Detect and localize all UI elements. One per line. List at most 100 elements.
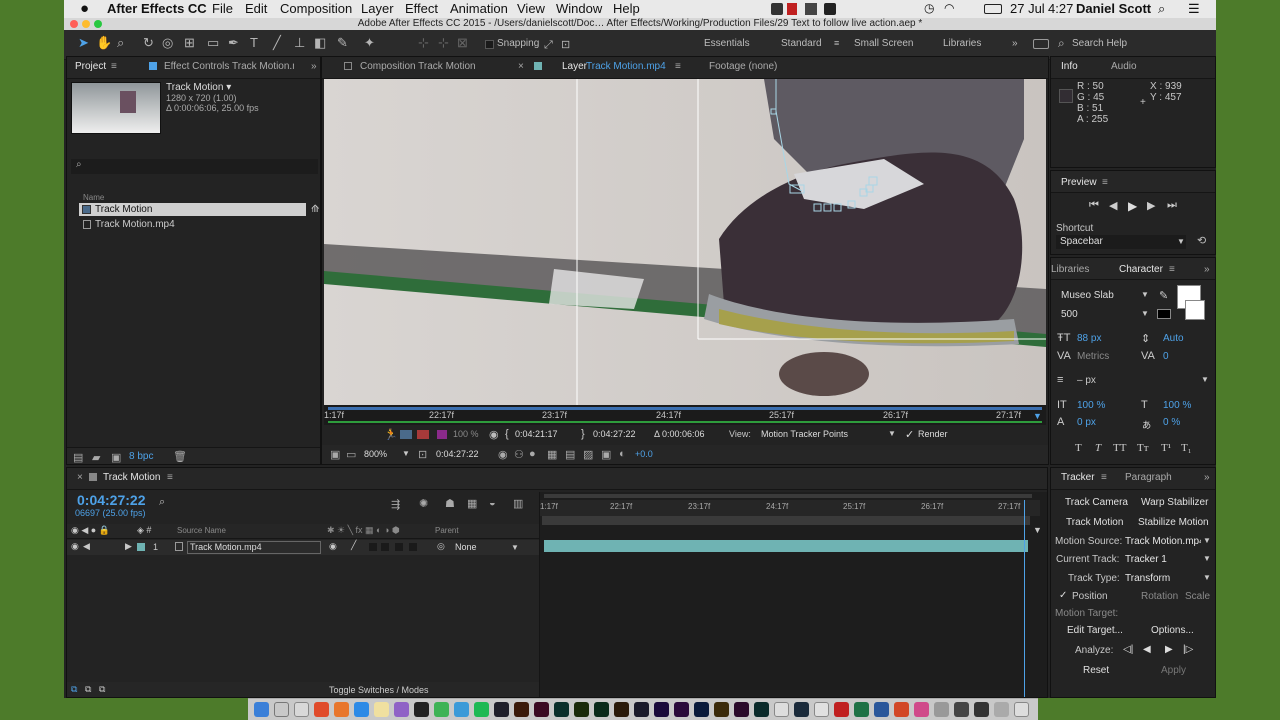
chevron-down-icon[interactable]: ▼ (1141, 290, 1149, 299)
settings-icon[interactable] (414, 702, 429, 717)
excel-icon[interactable] (854, 702, 869, 717)
tab-timeline-comp[interactable]: Track Motion (103, 472, 160, 483)
calendar-icon[interactable] (814, 702, 829, 717)
selection-tool-icon[interactable]: ➤ (78, 36, 89, 50)
pick-whip-icon[interactable]: ◎ (437, 541, 445, 552)
layer-label-color[interactable] (137, 543, 145, 551)
layer-name[interactable]: Track Motion.mp4 (187, 541, 321, 554)
apple-icon[interactable]: ● (80, 0, 89, 17)
chevron-down-icon[interactable]: ▼ (1203, 554, 1211, 563)
toggle-switches-modes[interactable]: Toggle Switches / Modes (329, 685, 429, 695)
tab-composition[interactable]: Composition Track Motion (360, 61, 476, 72)
illustrator-icon[interactable] (514, 702, 529, 717)
tab-tracker[interactable]: Tracker (1061, 472, 1095, 483)
quality-switch-icon[interactable]: ╱ (351, 540, 356, 551)
spotlight-icon[interactable]: ⌕ (1158, 1, 1165, 17)
reset-exposure-icon[interactable]: ◐ (619, 448, 626, 460)
camera-tool-icon[interactable]: ◎ (162, 36, 173, 50)
kerning-value[interactable]: Metrics (1077, 351, 1109, 362)
current-time-line[interactable] (1024, 500, 1025, 697)
premiere-icon[interactable] (654, 702, 669, 717)
motion-blur-icon[interactable]: ◒ (489, 497, 496, 509)
track-type-dropdown[interactable]: Transform (1125, 573, 1170, 584)
tracker-menu-icon[interactable]: ≡ (1101, 472, 1107, 483)
bridge-icon[interactable] (714, 702, 729, 717)
shy-layers-icon[interactable]: ☗ (445, 497, 455, 510)
in-point[interactable]: 0:04:21:17 (515, 429, 558, 439)
transparency-icon[interactable]: ▨ (583, 448, 593, 461)
render-checkbox[interactable]: ✓ (905, 428, 914, 441)
chrome-icon[interactable] (314, 702, 329, 717)
tracking-value[interactable]: 0 (1163, 351, 1169, 362)
previous-frame-icon[interactable]: ◀ (1109, 199, 1117, 212)
photoshop-icon[interactable] (494, 702, 509, 717)
magnification-dropdown[interactable]: 800% (364, 449, 387, 459)
stroke-color-swatch[interactable] (1157, 309, 1171, 319)
app-menu[interactable]: After Effects CC (107, 1, 207, 16)
magnification-chevron-icon[interactable]: ▼ (402, 449, 410, 458)
tab-footage[interactable]: Footage (none) (709, 61, 777, 72)
snapshot-icon[interactable]: ◉ (489, 428, 499, 441)
expand-layer-icon[interactable]: ▶ (125, 541, 132, 552)
clock-icon[interactable]: ◷ (924, 1, 934, 15)
word-icon[interactable] (874, 702, 889, 717)
faux-italic-button[interactable]: T (1095, 442, 1101, 454)
snap-options-icon[interactable]: ⊡ (561, 38, 570, 52)
axis-view-icon[interactable]: ⊠ (457, 36, 468, 50)
tab-libraries[interactable]: Libraries (1051, 264, 1089, 275)
hand-tool-icon[interactable]: ✋ (96, 36, 112, 50)
chevron-down-icon[interactable]: ▼ (1203, 536, 1211, 545)
tab-info[interactable]: Info (1061, 61, 1078, 72)
footage-frame[interactable] (324, 79, 1046, 405)
superscript-button[interactable]: T¹ (1161, 442, 1171, 454)
menu-window[interactable]: Window (556, 1, 602, 16)
safari-icon[interactable] (354, 702, 369, 717)
motion-tracker-icon[interactable]: 🏃 (384, 428, 398, 441)
menu-date[interactable]: 27 Jul (1010, 1, 1045, 16)
panels-overflow-icon[interactable]: » (311, 61, 317, 72)
scale-checkbox[interactable]: Scale (1185, 591, 1210, 602)
terminal-icon[interactable] (974, 702, 989, 717)
tab-layer-label[interactable]: Layer (562, 61, 587, 72)
parent-header[interactable]: Parent (435, 526, 459, 535)
rectangle-tool-icon[interactable]: ▭ (207, 36, 219, 50)
bit-depth-button[interactable]: 8 bpc (129, 451, 153, 462)
indesign-icon[interactable] (534, 702, 549, 717)
tab-preview[interactable]: Preview (1061, 177, 1097, 188)
menu-edit[interactable]: Edit (245, 1, 267, 16)
workspace-libraries[interactable]: Libraries (943, 38, 981, 49)
shy-switch-icon[interactable]: ◉ (329, 541, 337, 552)
list-item[interactable]: Track Motion.mp4 (79, 218, 306, 231)
eyedropper-icon[interactable]: ✎ (1159, 289, 1168, 302)
downloads-icon[interactable] (994, 702, 1009, 717)
position-checkbox[interactable]: ✓ (1059, 590, 1067, 601)
timeline-ruler[interactable]: 1:17f 22:17f 23:17f 24:17f 25:17f 26:17f… (540, 500, 1040, 516)
interpret-footage-icon[interactable]: ▤ (73, 451, 83, 464)
current-track-dropdown[interactable]: Tracker 1 (1125, 554, 1167, 565)
minimize-window-icon[interactable] (82, 20, 90, 28)
small-caps-button[interactable]: Tт (1137, 442, 1149, 454)
pen-tool-icon[interactable]: ✒ (228, 36, 239, 50)
axis-world-icon[interactable]: ⊹ (438, 36, 449, 50)
workspace-standard[interactable]: Standard (781, 38, 822, 49)
shortcut-dropdown[interactable]: Spacebar ▼ (1056, 235, 1186, 249)
timeline-menu-icon[interactable]: ≡ (167, 472, 173, 483)
menu-composition[interactable]: Composition (280, 1, 352, 16)
switch-box[interactable] (381, 543, 389, 551)
tab-project[interactable]: Project (75, 61, 106, 72)
after-effects-icon[interactable] (674, 702, 689, 717)
track-motion-button[interactable]: Track Motion (1066, 517, 1123, 528)
visibility-icon[interactable]: ◉ (71, 541, 79, 552)
stroke-width-value[interactable]: – px (1077, 375, 1096, 386)
character-overflow-icon[interactable]: » (1204, 264, 1210, 275)
zoom-tool-icon[interactable]: ⌕ (117, 36, 124, 50)
menu-layer[interactable]: Layer (361, 1, 394, 16)
firefox-icon[interactable] (334, 702, 349, 717)
tab-audio[interactable]: Audio (1111, 61, 1137, 72)
faux-bold-button[interactable]: T (1075, 442, 1082, 454)
xd-icon[interactable] (734, 702, 749, 717)
misc-app-icon[interactable] (934, 702, 949, 717)
guides-icon[interactable]: ▤ (565, 448, 575, 461)
preview-menu-icon[interactable]: ≡ (1102, 177, 1108, 188)
workspace-small-screen[interactable]: Small Screen (854, 38, 913, 49)
